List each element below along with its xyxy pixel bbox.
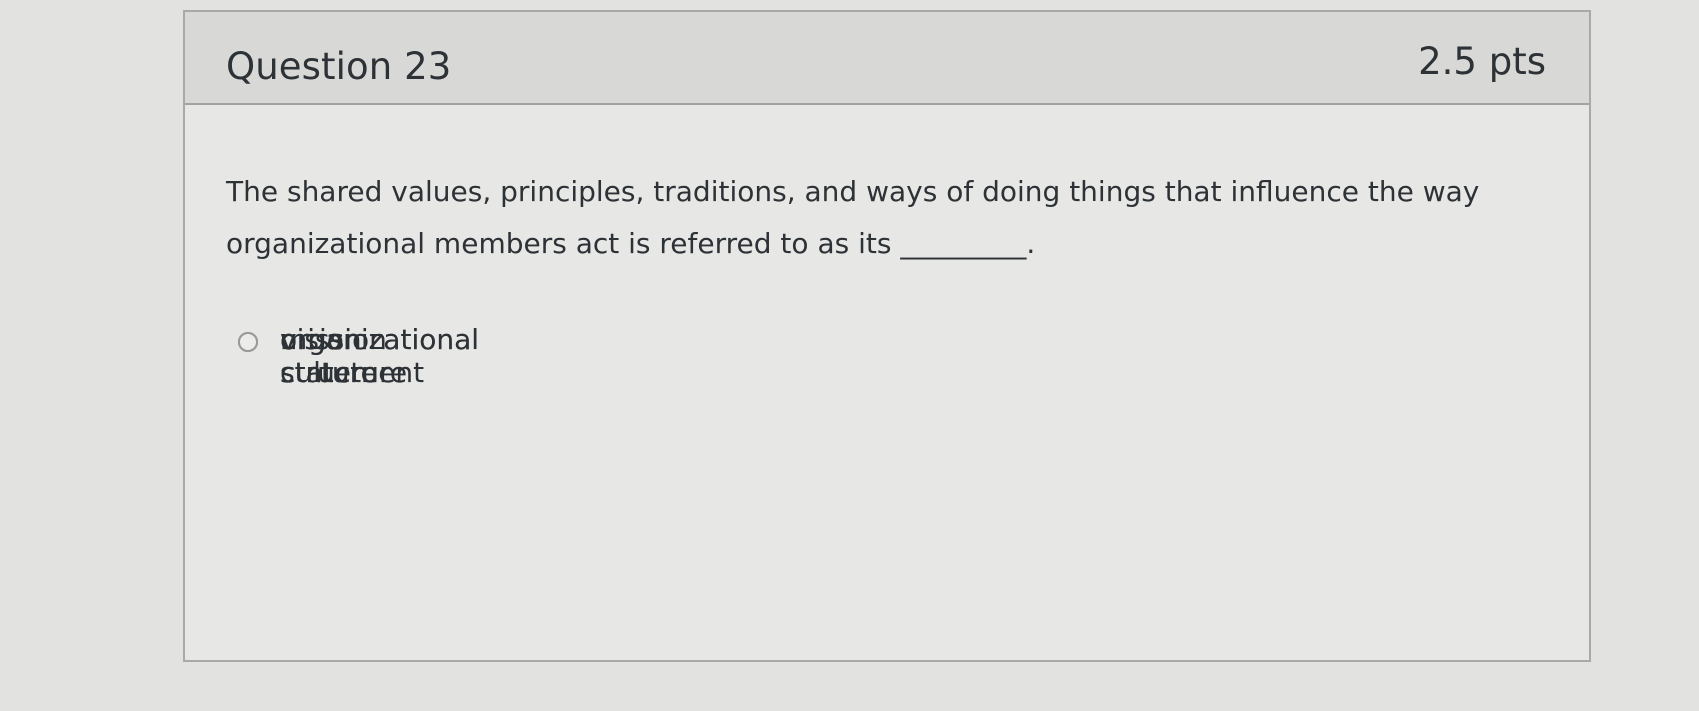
question-points: 2.5 pts xyxy=(1418,40,1546,83)
answer-label[interactable]: organizational structure xyxy=(280,323,479,389)
question-body: The shared values, principles, tradition… xyxy=(185,105,1589,662)
question-header: Question 23 2.5 pts xyxy=(185,12,1589,105)
question-title: Question 23 xyxy=(226,45,452,88)
question-text: The shared values, principles, tradition… xyxy=(226,175,1480,260)
question-card: Question 23 2.5 pts The shared values, p… xyxy=(183,10,1591,662)
radio-button[interactable] xyxy=(238,332,258,352)
